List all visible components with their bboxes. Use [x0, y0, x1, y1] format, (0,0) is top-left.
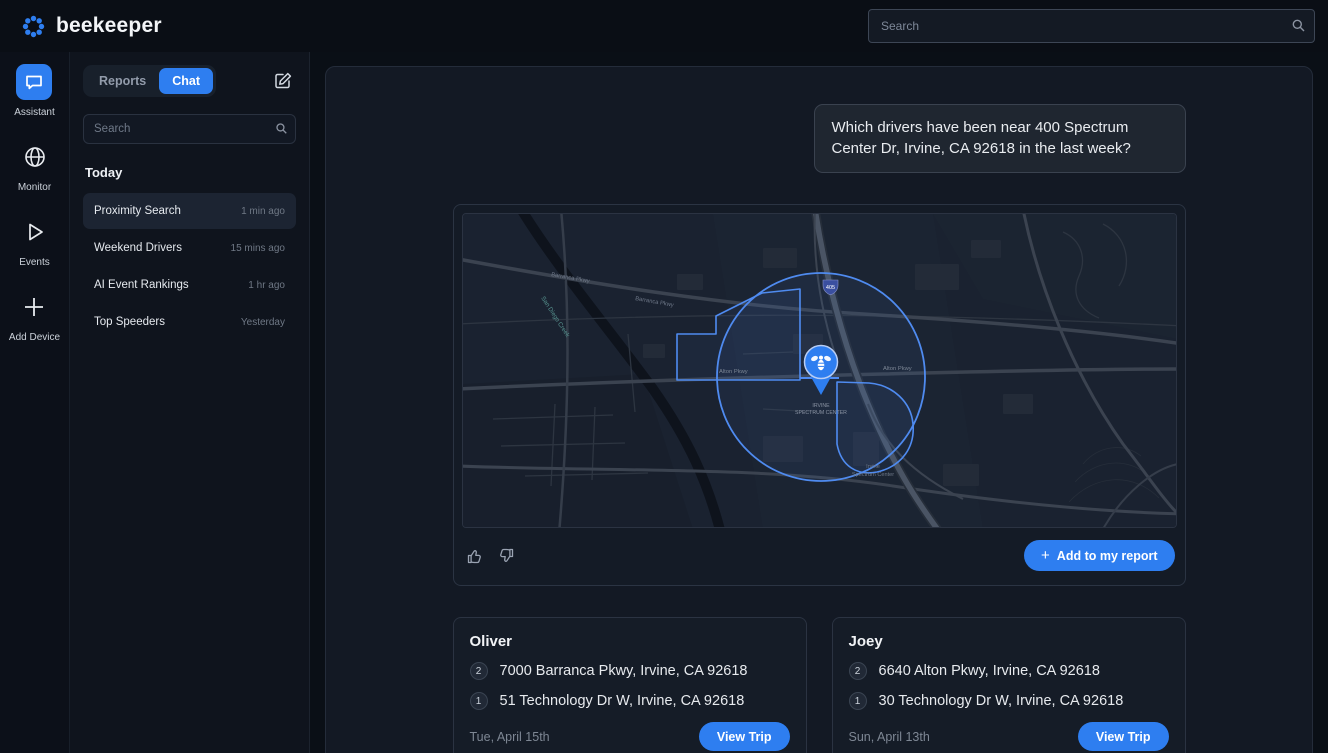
sidebar-item-monitor[interactable]: Monitor: [17, 139, 53, 193]
history-item-title: Proximity Search: [94, 205, 181, 217]
tab-reports[interactable]: Reports: [86, 68, 159, 94]
beekeeper-hex-dots-icon: [20, 14, 47, 39]
assistant-response-card: 405 San Diego Creek Barranca Pkwy Barran…: [453, 204, 1186, 586]
stop-address: 30 Technology Dr W, Irvine, CA 92618: [879, 693, 1124, 709]
global-search: [868, 9, 1315, 43]
sidebar-item-assistant[interactable]: Assistant: [14, 64, 55, 118]
list-item[interactable]: Top Speeders Yesterday: [83, 304, 296, 340]
stop-number-badge: 1: [470, 692, 488, 710]
table-row: 2 6640 Alton Pkwy, Irvine, CA 92618: [849, 662, 1169, 680]
history-item-title: Weekend Drivers: [94, 242, 182, 254]
trip-date: Sun, April 13th: [849, 730, 930, 744]
table-row: 2 7000 Barranca Pkwy, Irvine, CA 92618: [470, 662, 790, 680]
map-label: Irvine: [866, 464, 880, 470]
stop-address: 6640 Alton Pkwy, Irvine, CA 92618: [879, 663, 1100, 679]
brand-name: beekeeper: [56, 14, 162, 38]
driver-name: Joey: [849, 633, 1169, 650]
history-item-title: Top Speeders: [94, 316, 165, 328]
stop-number-badge: 2: [470, 662, 488, 680]
view-trip-button[interactable]: View Trip: [1078, 722, 1169, 751]
plus-icon: +: [1041, 548, 1050, 563]
sidebar-item-events[interactable]: Events: [17, 214, 53, 268]
list-item[interactable]: Weekend Drivers 15 mins ago: [83, 230, 296, 266]
driver-name: Oliver: [470, 633, 790, 650]
chat-history-search: [83, 114, 296, 144]
thumbs-up-icon[interactable]: [466, 547, 484, 565]
list-item[interactable]: AI Event Rankings 1 hr ago: [83, 267, 296, 303]
proximity-map[interactable]: 405 San Diego Creek Barranca Pkwy Barran…: [462, 213, 1177, 528]
sidebar-item-label: Assistant: [14, 107, 55, 118]
search-icon: [1291, 18, 1306, 38]
sidebar-item-label: Events: [19, 257, 50, 268]
chat-bubble-icon: [16, 64, 52, 100]
history-item-time: 1 hr ago: [248, 280, 285, 291]
view-trip-button[interactable]: View Trip: [699, 722, 790, 751]
map-label: SPECTRUM CENTER: [795, 410, 847, 416]
history-item-time: Yesterday: [241, 317, 285, 328]
stop-number-badge: 2: [849, 662, 867, 680]
map-label: IRVINE: [812, 403, 830, 409]
global-search-input[interactable]: [868, 9, 1315, 43]
history-section-label: Today: [83, 165, 296, 180]
map-label: 405: [825, 285, 834, 291]
table-row: 1 30 Technology Dr W, Irvine, CA 92618: [849, 692, 1169, 710]
tab-group: Reports Chat: [83, 65, 216, 97]
thumbs-down-icon[interactable]: [497, 547, 515, 565]
driver-card-joey: Joey 2 6640 Alton Pkwy, Irvine, CA 92618…: [832, 617, 1186, 753]
plus-icon: [16, 289, 52, 325]
nav-rail: Assistant Monitor Events: [0, 52, 70, 753]
tab-chat[interactable]: Chat: [159, 68, 213, 94]
history-list: Proximity Search 1 min ago Weekend Drive…: [83, 193, 296, 340]
list-item[interactable]: Proximity Search 1 min ago: [83, 193, 296, 229]
new-chat-compose-icon[interactable]: [273, 71, 293, 96]
main-area: Which drivers have been near 400 Spectru…: [310, 52, 1328, 753]
response-actions: + Add to my report: [462, 528, 1177, 577]
driver-card-oliver: Oliver 2 7000 Barranca Pkwy, Irvine, CA …: [453, 617, 807, 753]
history-item-time: 1 min ago: [241, 206, 285, 217]
play-icon: [17, 214, 53, 250]
stop-address: 51 Technology Dr W, Irvine, CA 92618: [500, 693, 745, 709]
trip-date: Tue, April 15th: [470, 730, 550, 744]
add-to-report-label: Add to my report: [1057, 549, 1158, 563]
chat-history-search-input[interactable]: [83, 114, 296, 144]
driver-results: Oliver 2 7000 Barranca Pkwy, Irvine, CA …: [453, 617, 1186, 753]
history-item-time: 15 mins ago: [231, 243, 285, 254]
brand-logo[interactable]: beekeeper: [0, 14, 162, 39]
history-item-title: AI Event Rankings: [94, 279, 189, 291]
search-icon: [275, 122, 288, 140]
add-to-report-button[interactable]: + Add to my report: [1024, 540, 1174, 571]
conversation-panel: Which drivers have been near 400 Spectru…: [325, 66, 1313, 753]
stop-address: 7000 Barranca Pkwy, Irvine, CA 92618: [500, 663, 748, 679]
user-message-bubble: Which drivers have been near 400 Spectru…: [814, 104, 1186, 173]
map-label: Spectrum Center: [851, 472, 893, 478]
globe-icon: [17, 139, 53, 175]
sidebar-item-label: Monitor: [18, 182, 51, 193]
map-label: Alton Pkwy: [883, 366, 912, 372]
stop-number-badge: 1: [849, 692, 867, 710]
table-row: 1 51 Technology Dr W, Irvine, CA 92618: [470, 692, 790, 710]
top-bar: beekeeper: [0, 0, 1328, 52]
chat-sidebar: Reports Chat Today Proximity Search 1 mi…: [70, 52, 310, 753]
sidebar-item-label: Add Device: [9, 332, 60, 343]
map-label: Alton Pkwy: [719, 369, 748, 375]
sidebar-item-add-device[interactable]: Add Device: [9, 289, 60, 343]
